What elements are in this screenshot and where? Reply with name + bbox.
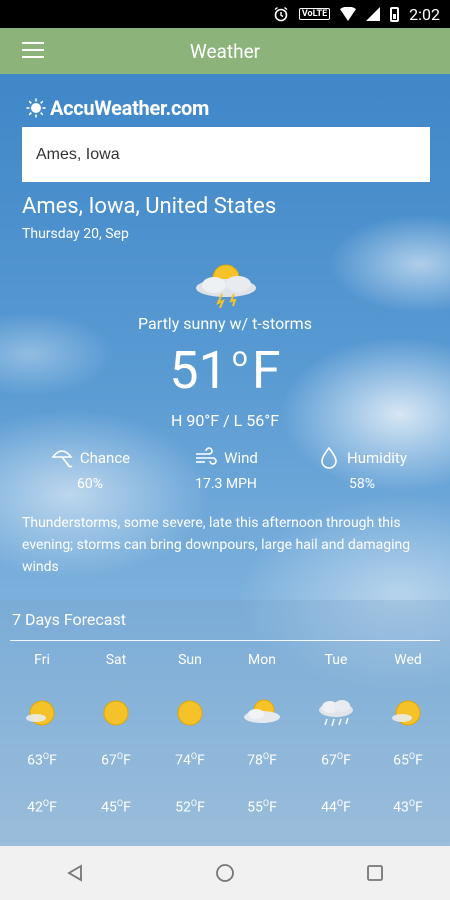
forecast-section: 7 Days Forecast Fri 63OF 42OF Sat 67OF 4… xyxy=(0,600,450,846)
condition-text: Partly sunny w/ t-storms xyxy=(138,314,312,333)
partly-sunny-icon xyxy=(392,700,421,726)
alarm-icon xyxy=(273,6,289,22)
forecast-day-label: Sat xyxy=(105,652,127,668)
forecast-day-label: Sun xyxy=(178,652,202,668)
brand-logo: AccuWeather.com xyxy=(26,96,209,120)
location-search-box[interactable] xyxy=(22,127,430,182)
stat-humidity-label: Humidity xyxy=(347,449,407,467)
back-button[interactable] xyxy=(63,861,87,885)
status-time: 2:02 xyxy=(409,4,440,24)
accuweather-sun-icon xyxy=(26,98,46,118)
umbrella-icon xyxy=(51,450,73,468)
status-bar: VoLTE 2:02 xyxy=(0,0,450,28)
forecast-day-label: Wed xyxy=(394,652,422,668)
forecast-high: 63OF xyxy=(27,752,57,769)
degree-symbol: o xyxy=(231,340,248,373)
forecast-high: 78OF xyxy=(247,752,277,769)
home-button[interactable] xyxy=(213,861,237,885)
location-search-input[interactable] xyxy=(34,144,418,165)
forecast-low: 52OF xyxy=(175,798,205,816)
stat-chance-value: 60% xyxy=(77,476,103,492)
location-title: Ames, Iowa, United States xyxy=(22,194,277,219)
forecast-day: Mon 78OF 55OF xyxy=(230,652,294,815)
water-drop-icon xyxy=(321,446,337,469)
forecast-low: 55OF xyxy=(247,798,277,816)
forecast-day: Sat 67OF 45OF xyxy=(84,652,148,815)
forecast-high: 67OF xyxy=(321,752,351,769)
cloudy-sun-icon xyxy=(244,699,280,723)
temp-value: 51 xyxy=(169,340,228,401)
volte-badge: VoLTE xyxy=(298,8,331,20)
stat-wind-label: Wind xyxy=(224,449,258,467)
forecast-day-label: Tue xyxy=(324,652,348,668)
high-low-temp: H 90°F / L 56°F xyxy=(170,411,280,430)
forecast-low: 43OF xyxy=(393,798,423,816)
forecast-low: 44OF xyxy=(321,798,351,816)
forecast-high: 65OF xyxy=(393,752,423,769)
forecast-low: 45OF xyxy=(101,798,131,816)
back-triangle-icon xyxy=(67,864,82,882)
app-title: Weather xyxy=(189,39,261,63)
forecast-high: 74OF xyxy=(175,752,205,769)
forecast-day: Sun 74OF 52OF xyxy=(158,652,222,815)
forecast-low: 42OF xyxy=(27,798,57,816)
sunny-icon xyxy=(103,700,129,726)
current-date: Thursday 20, Sep xyxy=(22,226,129,242)
forecast-high: 67OF xyxy=(101,752,131,769)
stat-humidity: Humidity 58% xyxy=(292,446,432,492)
stat-chance-label: Chance xyxy=(79,449,131,467)
forecast-day-label: Fri xyxy=(34,652,50,668)
rain-cloud-icon xyxy=(319,700,353,727)
current-temperature: 51 oF xyxy=(0,340,450,401)
sunny-icon xyxy=(177,700,203,726)
forecast-day: Fri 63OF 42OF xyxy=(10,652,74,815)
forecast-title: 7 Days Forecast xyxy=(12,610,126,629)
system-nav-bar xyxy=(0,846,450,900)
stat-wind: Wind 17.3 MPH xyxy=(156,446,296,492)
battery-icon xyxy=(390,6,400,22)
recents-button[interactable] xyxy=(363,861,387,885)
temp-unit: F xyxy=(251,340,281,401)
stat-chance: Chance 60% xyxy=(20,446,160,492)
recents-square-icon xyxy=(367,865,383,881)
weather-stats: Chance 60% Wind 17.3 MPH Humidity 58% xyxy=(0,446,450,496)
stat-humidity-value: 58% xyxy=(349,476,375,492)
stat-wind-value: 17.3 MPH xyxy=(195,476,257,492)
forecast-day: Wed 65OF 43OF xyxy=(376,652,440,815)
cell-signal-icon xyxy=(366,7,381,21)
weather-content: AccuWeather.com Ames, Iowa, United State… xyxy=(0,74,450,846)
app-bar: Weather xyxy=(0,28,450,74)
forecast-day-label: Mon xyxy=(248,652,276,668)
brand-name: AccuWeather.com xyxy=(50,96,210,120)
forecast-divider xyxy=(10,640,440,641)
menu-icon[interactable] xyxy=(22,42,44,60)
partly-sunny-icon xyxy=(26,700,55,726)
forecast-day: Tue 67OF 44OF xyxy=(304,652,368,815)
partly-sunny-tstorm-icon xyxy=(196,264,256,308)
weather-summary: Thunderstorms, some severe, late this af… xyxy=(22,515,411,575)
wind-icon xyxy=(196,447,217,465)
home-circle-icon xyxy=(216,864,234,882)
wifi-icon xyxy=(340,7,357,21)
